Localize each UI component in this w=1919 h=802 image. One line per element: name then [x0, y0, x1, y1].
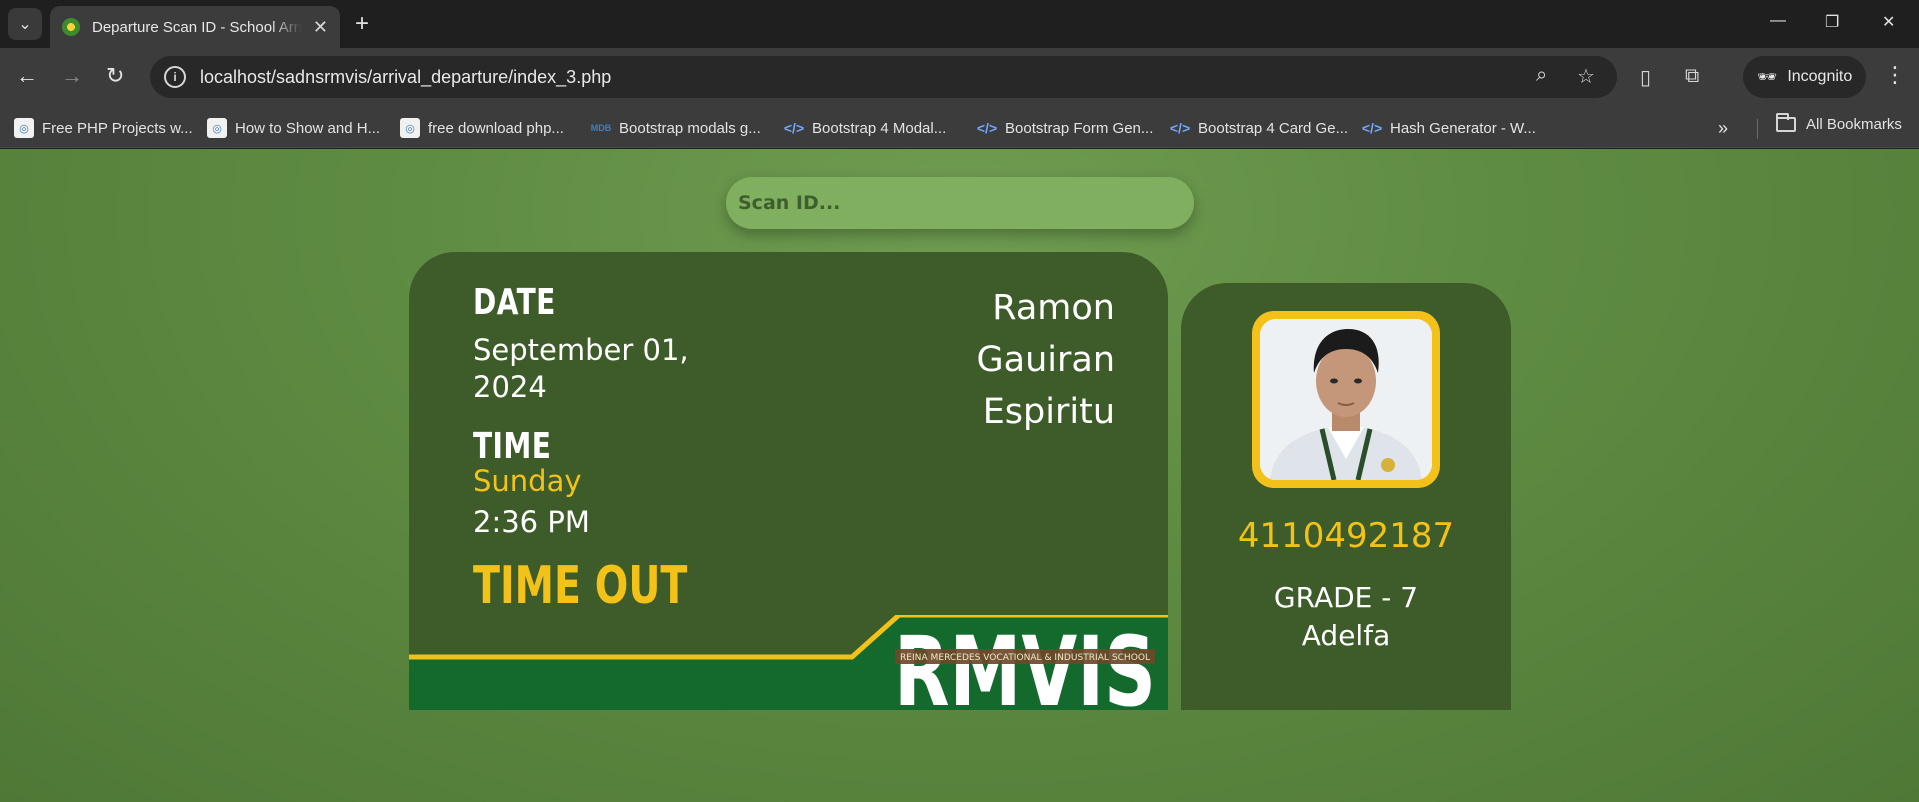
scan-status: TIME OUT	[473, 556, 688, 616]
bookmark-item[interactable]: </> Bootstrap 4 Modal...	[784, 116, 946, 140]
student-portrait-icon	[1260, 319, 1432, 480]
code-brackets-icon: </>	[1169, 120, 1191, 136]
php-site-icon: ◎	[14, 118, 34, 138]
student-photo-frame	[1252, 311, 1440, 488]
time-value: 2:36 PM	[473, 505, 590, 539]
tab-search-button[interactable]: ⌄	[8, 8, 42, 40]
school-favicon-icon	[62, 18, 80, 36]
restore-icon[interactable]: ❐	[1825, 12, 1839, 32]
attendance-card: DATE September 01, 2024 TIME Sunday 2:36…	[409, 252, 1168, 710]
minimize-icon[interactable]: —	[1770, 12, 1786, 30]
address-bar[interactable]: i localhost/sadnsrmvis/arrival_departure…	[150, 56, 1617, 98]
date-label: DATE	[473, 282, 556, 323]
code-brackets-icon: </>	[783, 120, 805, 136]
bookmark-star-icon[interactable]: ☆	[1577, 64, 1595, 89]
first-name: Ramon	[992, 288, 1115, 328]
incognito-label: Incognito	[1787, 68, 1853, 85]
php-site-icon: ◎	[207, 118, 227, 138]
bookmark-item[interactable]: ◎ Free PHP Projects w...	[14, 116, 193, 140]
extensions-icon[interactable]: ⧉	[1685, 65, 1699, 88]
chevron-down-icon: ⌄	[18, 16, 32, 33]
scan-id-input[interactable]	[726, 177, 1194, 229]
mdb-logo-icon: MDB	[590, 123, 612, 133]
zoom-icon[interactable]: ⌕	[1536, 64, 1547, 87]
bookmark-item[interactable]: </> Bootstrap Form Gen...	[976, 116, 1154, 140]
bookmark-item[interactable]: </> Hash Generator - W...	[1362, 116, 1536, 140]
back-arrow-icon[interactable]: ←	[16, 64, 38, 88]
student-photo	[1260, 319, 1432, 480]
incognito-icon: 🕶	[1757, 69, 1778, 86]
bookmarks-bar: ◎ Free PHP Projects w... ◎ How to Show and…	[0, 108, 1919, 148]
url-text[interactable]: localhost/sadnsrmvis/arrival_departure/i…	[200, 67, 611, 88]
forward-arrow-icon[interactable]: →	[61, 64, 83, 88]
window-close-icon[interactable]: ✕	[1882, 12, 1895, 32]
page-viewport: DATE September 01, 2024 TIME Sunday 2:36…	[0, 149, 1919, 802]
site-info-icon[interactable]: i	[164, 66, 186, 88]
bookmarks-divider	[1757, 119, 1758, 139]
code-brackets-icon: </>	[1361, 120, 1383, 136]
student-grade: GRADE - 7	[1273, 581, 1419, 614]
bookmark-item[interactable]: </> Bootstrap 4 Card Ge...	[1170, 116, 1348, 140]
code-brackets-icon: </>	[976, 120, 998, 136]
bookmark-item[interactable]: ◎ How to Show and H...	[207, 116, 380, 140]
more-bookmarks-icon[interactable]: »	[1718, 118, 1728, 139]
bookmark-item[interactable]: MDB Bootstrap modals g...	[591, 116, 761, 140]
student-name: Ramon Gauiran Espiritu	[977, 282, 1116, 438]
school-banner: RMVIS REINA MERCEDES VOCATIONAL & INDUST…	[409, 615, 1168, 710]
tab-title: Departure Scan ID - School Arrival	[92, 18, 302, 36]
middle-name: Gauiran	[976, 340, 1116, 380]
folder-icon	[1776, 113, 1796, 132]
incognito-badge[interactable]: 🕶 Incognito	[1743, 56, 1866, 98]
reading-list-icon[interactable]: ▯	[1640, 65, 1651, 90]
php-site-icon: ◎	[400, 118, 420, 138]
close-icon[interactable]: ✕	[313, 17, 328, 38]
date-value: September 01, 2024	[473, 333, 689, 404]
student-section: Adelfa	[1301, 619, 1391, 652]
active-tab[interactable]: Departure Scan ID - School Arrival ✕	[50, 6, 340, 48]
reload-icon[interactable]: ↻	[106, 64, 124, 88]
last-name: Espiritu	[982, 392, 1115, 432]
student-card: 4110492187 GRADE - 7 Adelfa	[1181, 283, 1511, 710]
day-value: Sunday	[473, 464, 582, 498]
time-label: TIME	[473, 426, 552, 467]
tab-strip: ⌄ Departure Scan ID - School Arrival ✕ +…	[0, 0, 1919, 48]
new-tab-button[interactable]: +	[355, 10, 369, 38]
student-id-number: 4110492187	[1237, 516, 1455, 556]
bookmark-item[interactable]: ◎ free download php...	[400, 116, 564, 140]
all-bookmarks-button[interactable]: All Bookmarks	[1776, 113, 1902, 133]
browser-toolbar: ← → ↻ i localhost/sadnsrmvis/arrival_dep…	[0, 48, 1919, 108]
school-full-name: REINA MERCEDES VOCATIONAL & INDUSTRIAL S…	[900, 653, 1150, 663]
more-menu-icon[interactable]: ⋮	[1884, 62, 1906, 88]
